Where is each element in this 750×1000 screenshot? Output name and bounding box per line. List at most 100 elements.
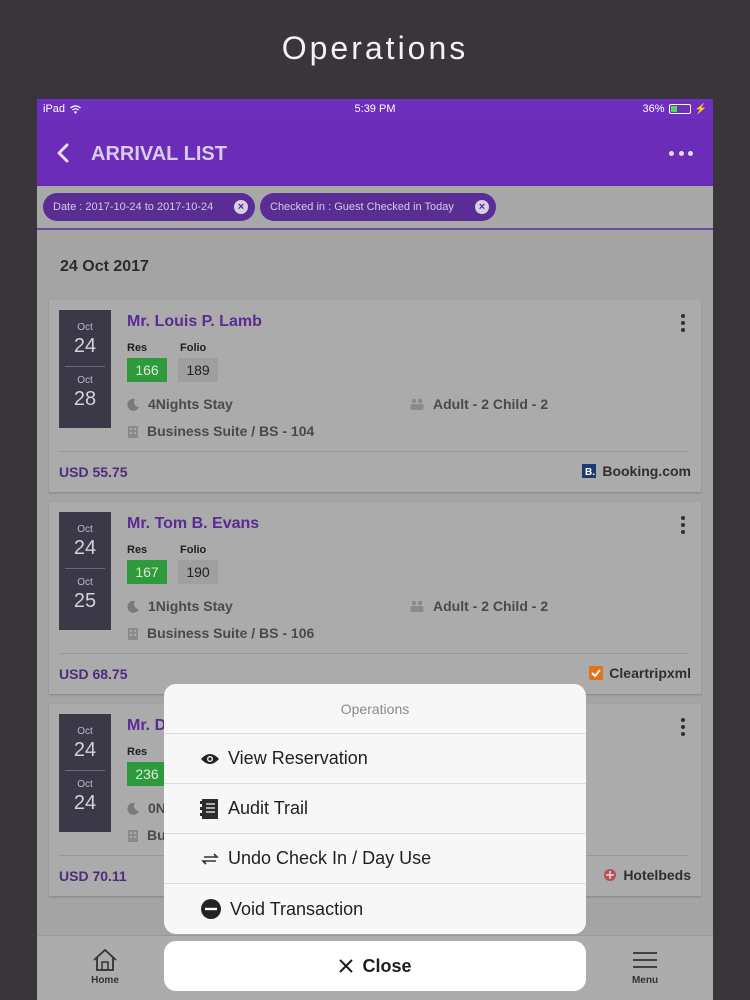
close-button[interactable]: Close	[164, 941, 586, 991]
tab-menu-label: Menu	[631, 975, 659, 986]
close-label: Close	[362, 955, 412, 976]
stay-length: 1Nights Stay	[148, 598, 233, 614]
booking-com-logo-icon: B.	[582, 464, 597, 478]
status-time: 5:39 PM	[354, 103, 396, 115]
app-header: ARRIVAL LIST	[37, 119, 713, 186]
option-label: Undo Check In / Day Use	[228, 848, 432, 868]
minus-circle-icon	[201, 899, 221, 919]
checkin-day: 24	[73, 537, 97, 559]
eye-icon	[201, 753, 219, 764]
tab-home[interactable]: Home	[75, 948, 135, 986]
audit-trail-option[interactable]: Audit Trail	[164, 784, 586, 834]
option-label: Audit Trail	[228, 798, 309, 818]
option-label: Void Transaction	[230, 898, 364, 919]
filter-chip-label: Checked in : Guest Checked in Today	[270, 201, 454, 213]
remove-filter-icon[interactable]: ×	[475, 200, 489, 214]
more-options-icon[interactable]	[669, 151, 693, 157]
reservation-card[interactable]: Oct 24 Oct 25 Mr. Tom B. Evans Res Folio…	[49, 502, 701, 694]
void-transaction-option[interactable]: Void Transaction	[164, 884, 586, 934]
pax-info: Adult - 2 Child - 2	[409, 598, 548, 614]
stay-dates: Oct 24 Oct 24	[59, 714, 111, 832]
room-type: Business Suite / BS - 104	[147, 423, 315, 439]
document-icon	[200, 798, 218, 819]
booking-source: Hotelbeds	[603, 867, 691, 883]
room-type: Bu	[147, 827, 166, 843]
remove-filter-icon[interactable]: ×	[234, 200, 248, 214]
folio-number-badge: 189	[178, 358, 218, 382]
undo-check-in-option[interactable]: Undo Check In / Day Use	[164, 834, 586, 884]
checkout-day: 28	[73, 388, 97, 410]
operations-action-sheet: Operations View Reservation Audit Trail …	[164, 684, 586, 934]
filter-chip-checked-in[interactable]: Checked in : Guest Checked in Today ×	[260, 193, 496, 221]
price-amount: USD 55.75	[59, 464, 128, 480]
home-icon	[93, 948, 117, 971]
people-icon	[410, 600, 424, 612]
price-amount: USD 68.75	[59, 666, 128, 682]
checkin-day: 24	[73, 335, 97, 357]
res-label: Res	[127, 342, 148, 354]
folio-label: Folio	[180, 544, 207, 556]
reservation-card[interactable]: Oct 24 Oct 28 Mr. Louis P. Lamb Res Foli…	[49, 300, 701, 492]
stay-info: 1Nights Stay	[127, 598, 233, 614]
res-number-badge: 167	[127, 560, 167, 584]
room-info: Bu	[127, 827, 166, 843]
moon-icon	[127, 600, 139, 613]
pax-info: Adult - 2 Child - 2	[409, 396, 548, 412]
checkout-month: Oct	[77, 779, 93, 790]
checkin-month: Oct	[77, 322, 93, 333]
view-reservation-option[interactable]: View Reservation	[164, 734, 586, 784]
checkin-month: Oct	[77, 524, 93, 535]
filter-bar: Date : 2017-10-24 to 2017-10-24 × Checke…	[37, 186, 713, 230]
guest-name[interactable]: Mr. D	[127, 717, 166, 735]
option-label: View Reservation	[228, 748, 368, 768]
checkout-day: 25	[73, 590, 97, 612]
guest-name[interactable]: Mr. Louis P. Lamb	[127, 313, 262, 331]
battery-icon	[668, 104, 691, 114]
svg-text:B.: B.	[585, 467, 595, 478]
folio-label: Folio	[180, 342, 207, 354]
checkout-day: 24	[73, 792, 97, 814]
res-label: Res	[127, 746, 148, 758]
date-group-header: 24 Oct 2017	[60, 258, 149, 275]
checkin-day: 24	[73, 739, 97, 761]
cleartrip-checkbox-logo-icon	[589, 666, 604, 680]
page-title: Operations	[281, 30, 469, 66]
tab-home-label: Home	[91, 975, 119, 986]
card-menu-icon[interactable]	[681, 314, 685, 332]
hamburger-menu-icon	[633, 952, 657, 968]
checkout-month: Oct	[77, 577, 93, 588]
stay-info: 0N	[127, 800, 166, 816]
tab-menu[interactable]: Menu	[615, 948, 675, 986]
battery-percent: 36%	[642, 103, 665, 115]
moon-icon	[127, 802, 139, 815]
hotelbeds-logo-icon	[604, 869, 617, 881]
filter-chip-date[interactable]: Date : 2017-10-24 to 2017-10-24 ×	[43, 193, 255, 221]
charging-icon: ⚡	[694, 103, 707, 115]
card-menu-icon[interactable]	[681, 516, 685, 534]
source-name: Booking.com	[602, 463, 691, 479]
moon-icon	[127, 398, 139, 411]
booking-source: Cleartripxml	[589, 665, 691, 681]
stay-dates: Oct 24 Oct 28	[59, 310, 111, 428]
stay-length: 4Nights Stay	[148, 396, 233, 412]
building-icon	[128, 829, 138, 842]
guest-count: Adult - 2 Child - 2	[433, 598, 549, 614]
checkout-month: Oct	[77, 375, 93, 386]
res-label: Res	[127, 544, 148, 556]
filter-chip-label: Date : 2017-10-24 to 2017-10-24	[53, 201, 214, 213]
card-menu-icon[interactable]	[681, 718, 685, 736]
back-icon[interactable]	[55, 143, 71, 163]
status-bar: iPad 5:39 PM 36% ⚡	[37, 99, 713, 119]
room-info: Business Suite / BS - 104	[127, 423, 314, 439]
swap-icon	[201, 852, 219, 865]
stay-info: 4Nights Stay	[127, 396, 233, 412]
booking-source: B. Booking.com	[582, 463, 691, 479]
action-sheet-title: Operations	[164, 684, 586, 734]
guest-name[interactable]: Mr. Tom B. Evans	[127, 515, 259, 533]
source-name: Cleartripxml	[609, 665, 691, 681]
stay-dates: Oct 24 Oct 25	[59, 512, 111, 630]
room-type: Business Suite / BS - 106	[147, 625, 315, 641]
folio-number-badge: 190	[178, 560, 218, 584]
room-info: Business Suite / BS - 106	[127, 625, 314, 641]
source-name: Hotelbeds	[623, 867, 691, 883]
